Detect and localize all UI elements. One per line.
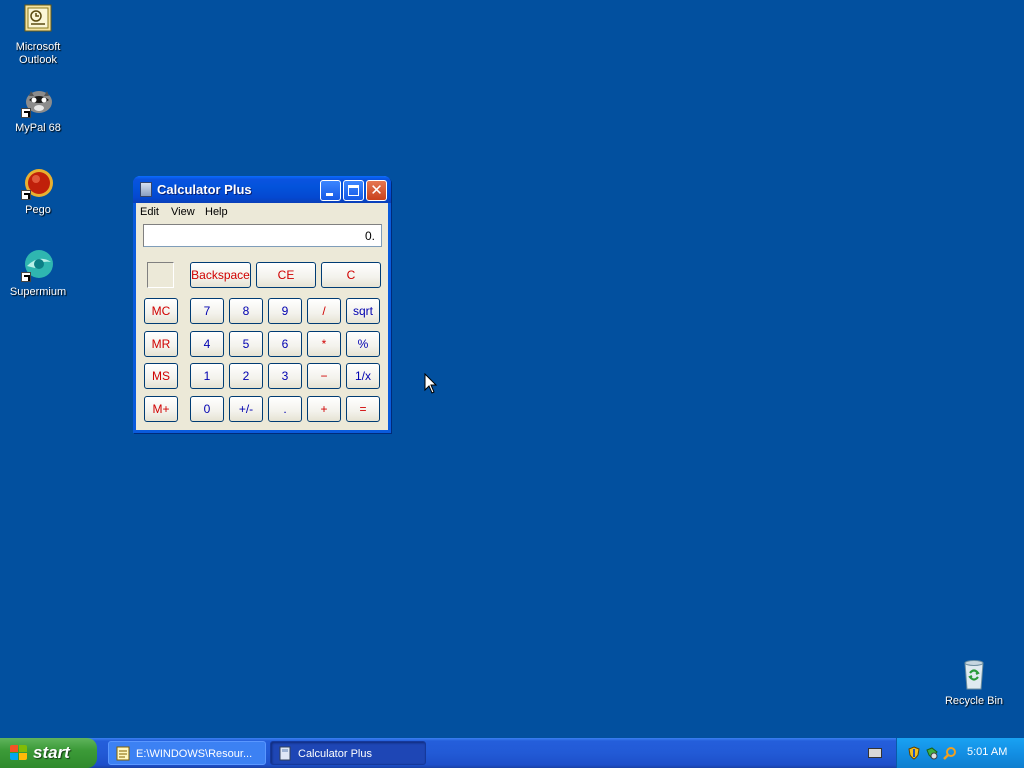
close-icon: ✕ <box>370 181 383 199</box>
mypal-icon <box>21 84 55 118</box>
desktop-icon-mypal[interactable]: MyPal 68 <box>0 84 76 135</box>
memory-indicator <box>147 262 174 288</box>
clear-button[interactable]: C <box>321 262 381 288</box>
start-label: start <box>33 743 70 762</box>
digit-7-button[interactable]: 7 <box>190 298 224 324</box>
desktop-icon-recycle-bin[interactable]: Recycle Bin <box>936 657 1012 708</box>
backspace-button[interactable]: Backspace <box>190 262 251 288</box>
clear-entry-button[interactable]: CE <box>256 262 316 288</box>
digit-5-button[interactable]: 5 <box>229 331 263 357</box>
network-icon[interactable] <box>925 746 939 760</box>
taskbar-item-resource-window[interactable]: E:\WINDOWS\Resour... <box>108 741 266 765</box>
menu-view[interactable]: View <box>171 206 195 218</box>
keyboard-icon[interactable] <box>868 748 882 758</box>
digit-1-button[interactable]: 1 <box>190 363 224 389</box>
memory-add-button[interactable]: M+ <box>144 396 178 422</box>
system-tray: 5:01 AM <box>896 738 1024 768</box>
taskbar-item-calculator-plus[interactable]: Calculator Plus <box>270 741 426 765</box>
close-button[interactable]: ✕ <box>366 180 387 201</box>
equals-button[interactable]: = <box>346 396 380 422</box>
desktop-icon-label: Recycle Bin <box>944 695 1004 707</box>
window-title: Calculator Plus <box>157 182 252 197</box>
calculator-icon <box>279 746 291 761</box>
menu-bar: Edit View Help <box>136 203 388 222</box>
mouse-cursor-icon <box>424 373 438 394</box>
outlook-icon <box>21 3 55 37</box>
menu-help[interactable]: Help <box>205 206 228 218</box>
digit-3-button[interactable]: 3 <box>268 363 302 389</box>
maximize-icon <box>348 185 359 196</box>
window-titlebar[interactable]: Calculator Plus ✕ <box>133 176 391 203</box>
taskbar-item-label: Calculator Plus <box>298 748 372 760</box>
digit-4-button[interactable]: 4 <box>190 331 224 357</box>
digit-6-button[interactable]: 6 <box>268 331 302 357</box>
digit-2-button[interactable]: 2 <box>229 363 263 389</box>
taskbar-item-label: E:\WINDOWS\Resour... <box>136 748 253 760</box>
supermium-icon <box>21 248 55 282</box>
sign-toggle-button[interactable]: +/- <box>229 396 263 422</box>
search-icon[interactable] <box>943 746 957 760</box>
minimize-button[interactable] <box>320 180 341 201</box>
desktop-icon-label: Microsoft <box>15 41 61 53</box>
shortcut-arrow-icon <box>21 108 31 118</box>
sqrt-button[interactable]: sqrt <box>346 298 380 324</box>
memory-clear-button[interactable]: MC <box>144 298 178 324</box>
digit-0-button[interactable]: 0 <box>190 396 224 422</box>
digit-8-button[interactable]: 8 <box>229 298 263 324</box>
pego-icon <box>21 166 55 200</box>
notepad-icon <box>116 746 130 761</box>
desktop-icon-label: Supermium <box>9 286 67 298</box>
divide-button[interactable]: / <box>307 298 341 324</box>
digit-9-button[interactable]: 9 <box>268 298 302 324</box>
memory-recall-button[interactable]: MR <box>144 331 178 357</box>
subtract-button[interactable]: − <box>307 363 341 389</box>
minimize-icon <box>326 193 333 196</box>
clock[interactable]: 5:01 AM <box>967 746 1007 758</box>
calculator-window[interactable]: Calculator Plus ✕ Edit View Help 0. Back… <box>133 176 391 433</box>
calculator-icon <box>140 182 152 197</box>
menu-edit[interactable]: Edit <box>140 206 159 218</box>
reciprocal-button[interactable]: 1/x <box>346 363 380 389</box>
start-button[interactable]: start <box>0 738 97 768</box>
shortcut-arrow-icon <box>21 272 31 282</box>
desktop-icon-label: Pego <box>25 204 51 216</box>
shield-icon[interactable] <box>907 746 921 760</box>
desktop-icon-pego[interactable]: Pego <box>0 166 76 217</box>
desktop-icon-label: Outlook <box>19 54 57 66</box>
windows-logo-icon <box>10 745 28 761</box>
percent-button[interactable]: % <box>346 331 380 357</box>
recycle-bin-icon <box>957 657 991 691</box>
memory-store-button[interactable]: MS <box>144 363 178 389</box>
desktop-icon-outlook[interactable]: Microsoft Outlook <box>0 3 76 67</box>
shortcut-arrow-icon <box>21 190 31 200</box>
maximize-button[interactable] <box>343 180 364 201</box>
calculator-display: 0. <box>143 224 382 247</box>
desktop-icon-label: MyPal 68 <box>15 122 61 134</box>
multiply-button[interactable]: * <box>307 331 341 357</box>
decimal-point-button[interactable]: . <box>268 396 302 422</box>
add-button[interactable]: + <box>307 396 341 422</box>
desktop-icon-supermium[interactable]: Supermium <box>0 248 76 299</box>
